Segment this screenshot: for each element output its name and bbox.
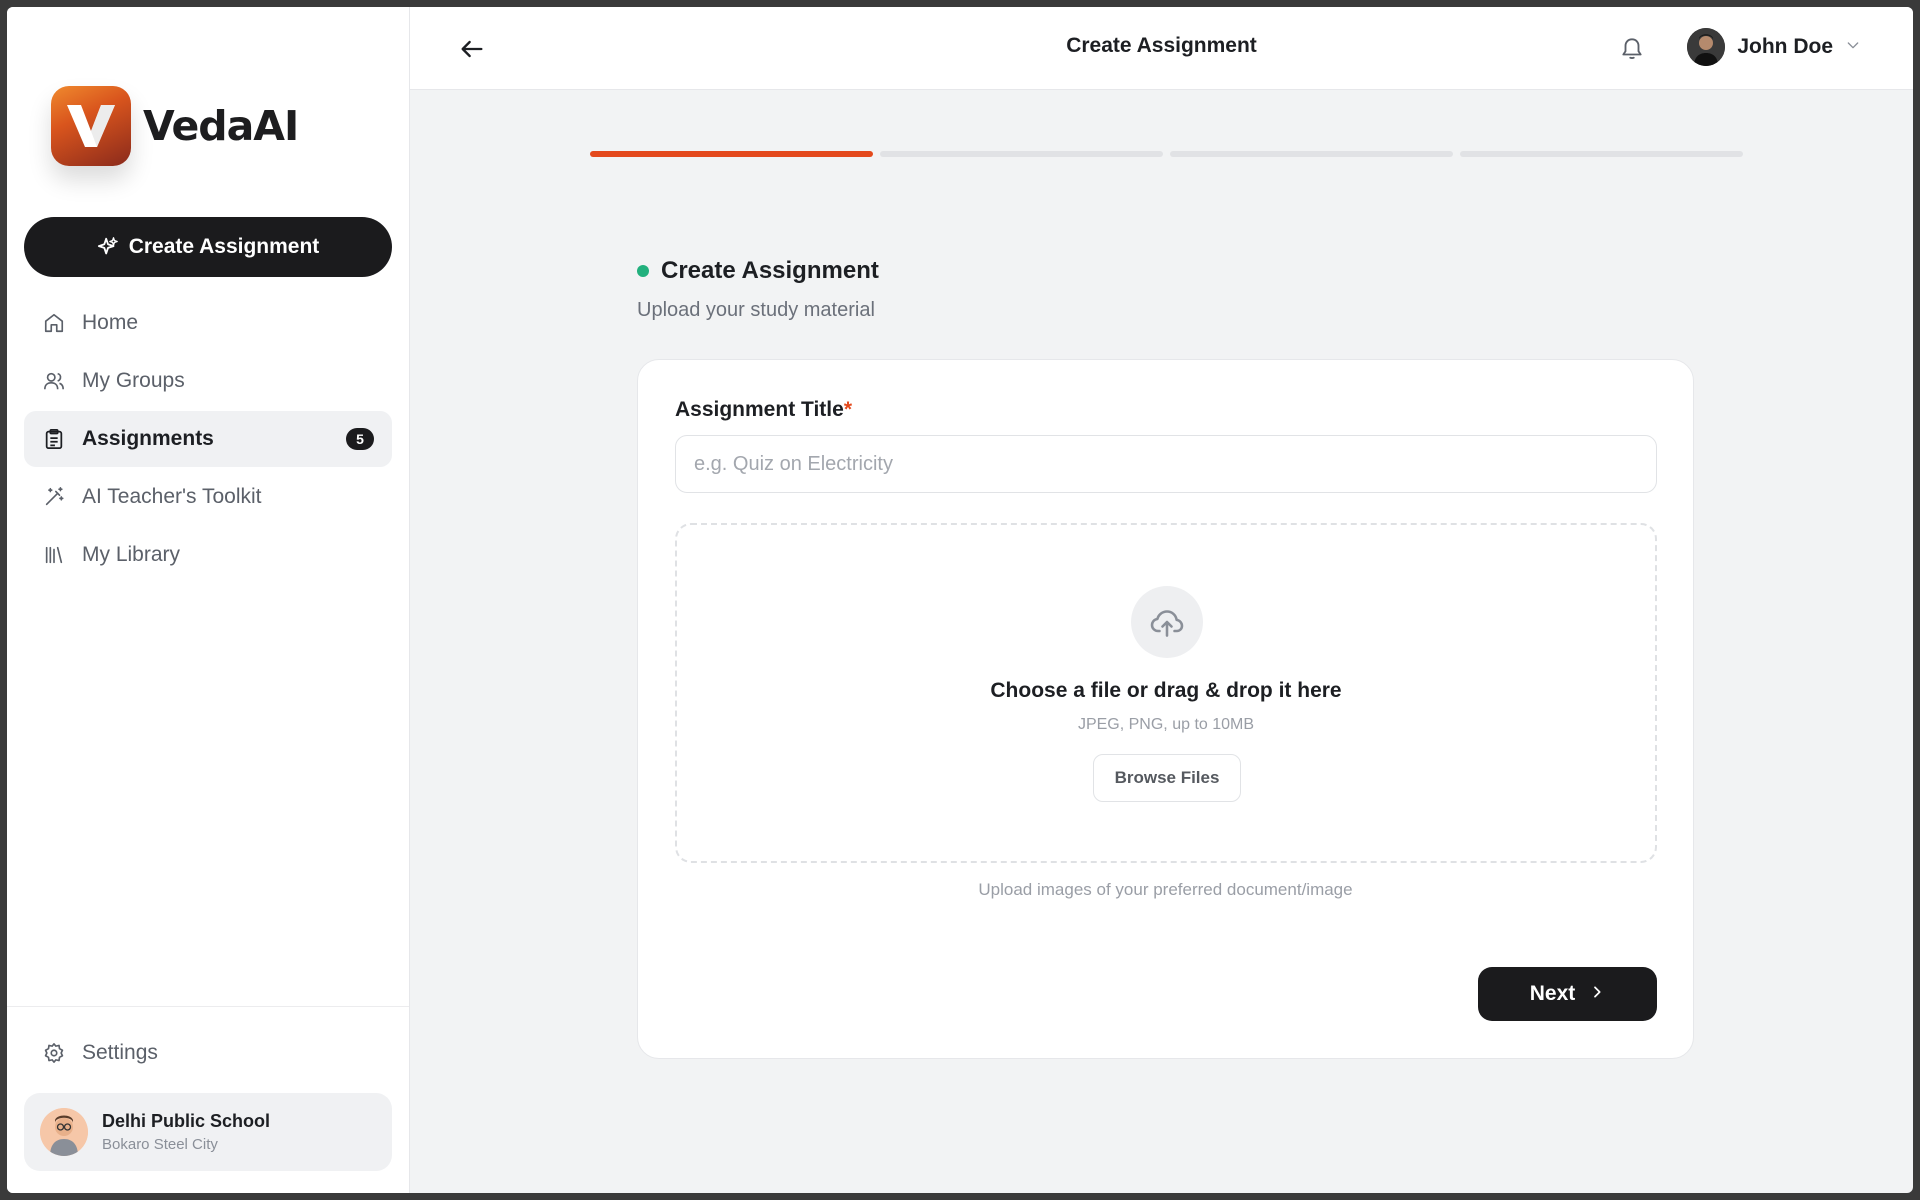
dropzone-title: Choose a file or drag & drop it here: [990, 679, 1342, 702]
sidebar-item-home[interactable]: Home: [24, 295, 392, 351]
sidebar-footer: Settings Delhi Public School Bokaro Stee…: [7, 1006, 409, 1193]
gear-icon: [42, 1041, 66, 1065]
required-mark: *: [843, 398, 852, 421]
veda-logo-icon: [51, 86, 131, 166]
sidebar-item-label: My Library: [82, 543, 181, 566]
user-name: John Doe: [1737, 35, 1833, 58]
library-icon: [42, 543, 66, 567]
sidebar-item-my-groups[interactable]: My Groups: [24, 353, 392, 409]
section-header: Create Assignment Upload your study mate…: [637, 257, 879, 322]
sidebar-item-assignments[interactable]: Assignments 5: [24, 411, 392, 467]
progress-step-2: [880, 151, 1163, 157]
step-progress: [590, 151, 1743, 157]
assignment-form-card: Assignment Title* Choose a file or drag …: [637, 359, 1694, 1059]
section-subtitle: Upload your study material: [637, 299, 875, 321]
section-title-text: Create Assignment: [661, 257, 879, 284]
next-button-label: Next: [1529, 982, 1576, 1005]
school-card[interactable]: Delhi Public School Bokaro Steel City: [24, 1093, 392, 1171]
create-assignment-label: Create Assignment: [128, 235, 320, 258]
progress-step-4: [1460, 151, 1743, 157]
bell-icon[interactable]: [1619, 35, 1645, 61]
sidebar-item-label: Settings: [82, 1041, 158, 1064]
dropzone-footer-note: Upload images of your preferred document…: [978, 880, 1353, 899]
assignment-title-input[interactable]: [675, 435, 1657, 493]
avatar: [1687, 28, 1726, 66]
home-icon: [42, 311, 66, 335]
sidebar-item-label: Assignments: [82, 427, 214, 450]
school-city: Bokaro Steel City: [102, 1136, 218, 1153]
back-arrow-icon[interactable]: [458, 35, 486, 63]
next-button[interactable]: Next: [1478, 967, 1657, 1021]
sidebar-item-label: AI Teacher's Toolkit: [82, 485, 262, 508]
app-window: VedaAI Create Assignment Home My Groups …: [7, 7, 1913, 1193]
clipboard-icon: [42, 427, 66, 451]
assignment-title-label: Assignment Title*: [675, 398, 852, 422]
sidebar: VedaAI Create Assignment Home My Groups …: [7, 7, 410, 1193]
sidebar-divider: [7, 1006, 409, 1007]
status-dot: [637, 265, 649, 277]
user-menu[interactable]: John Doe: [1687, 28, 1861, 66]
browse-files-button[interactable]: Browse Files: [1093, 754, 1241, 802]
sidebar-item-ai-teachers-toolkit[interactable]: AI Teacher's Toolkit: [24, 469, 392, 525]
topbar: Create Assignment John Doe: [410, 7, 1913, 90]
users-icon: [42, 369, 66, 393]
create-assignment-button[interactable]: Create Assignment: [24, 217, 392, 277]
sparkles-icon: [97, 236, 119, 258]
section-title: Create Assignment: [637, 257, 879, 285]
school-name: Delhi Public School: [102, 1111, 271, 1131]
chevron-right-icon: [1589, 982, 1605, 1006]
sidebar-nav: Home My Groups Assignments 5 AI Teacher'…: [7, 295, 409, 585]
file-dropzone[interactable]: Choose a file or drag & drop it here JPE…: [675, 523, 1657, 863]
brand-name: VedaAI: [143, 102, 299, 150]
assignment-title-label-text: Assignment Title: [675, 398, 844, 421]
progress-step-1: [590, 151, 873, 157]
sidebar-item-my-library[interactable]: My Library: [24, 527, 392, 583]
school-info: Delhi Public School Bokaro Steel City: [102, 1111, 270, 1153]
magic-wand-icon: [42, 485, 66, 509]
progress-step-3: [1170, 151, 1453, 157]
sidebar-item-settings[interactable]: Settings: [24, 1025, 392, 1081]
brand[interactable]: VedaAI: [7, 7, 409, 207]
cloud-upload-icon: [1131, 586, 1203, 658]
sidebar-item-label: My Groups: [82, 369, 185, 392]
settings-nav: Settings: [24, 1025, 392, 1081]
sidebar-item-label: Home: [82, 311, 139, 334]
main-content: Create Assignment John Doe Create Assign…: [410, 7, 1913, 1193]
school-avatar: [40, 1108, 88, 1156]
assignments-count-badge: 5: [346, 428, 374, 450]
dropzone-hint: JPEG, PNG, up to 10MB: [1077, 716, 1255, 733]
chevron-down-icon: [1845, 37, 1861, 58]
